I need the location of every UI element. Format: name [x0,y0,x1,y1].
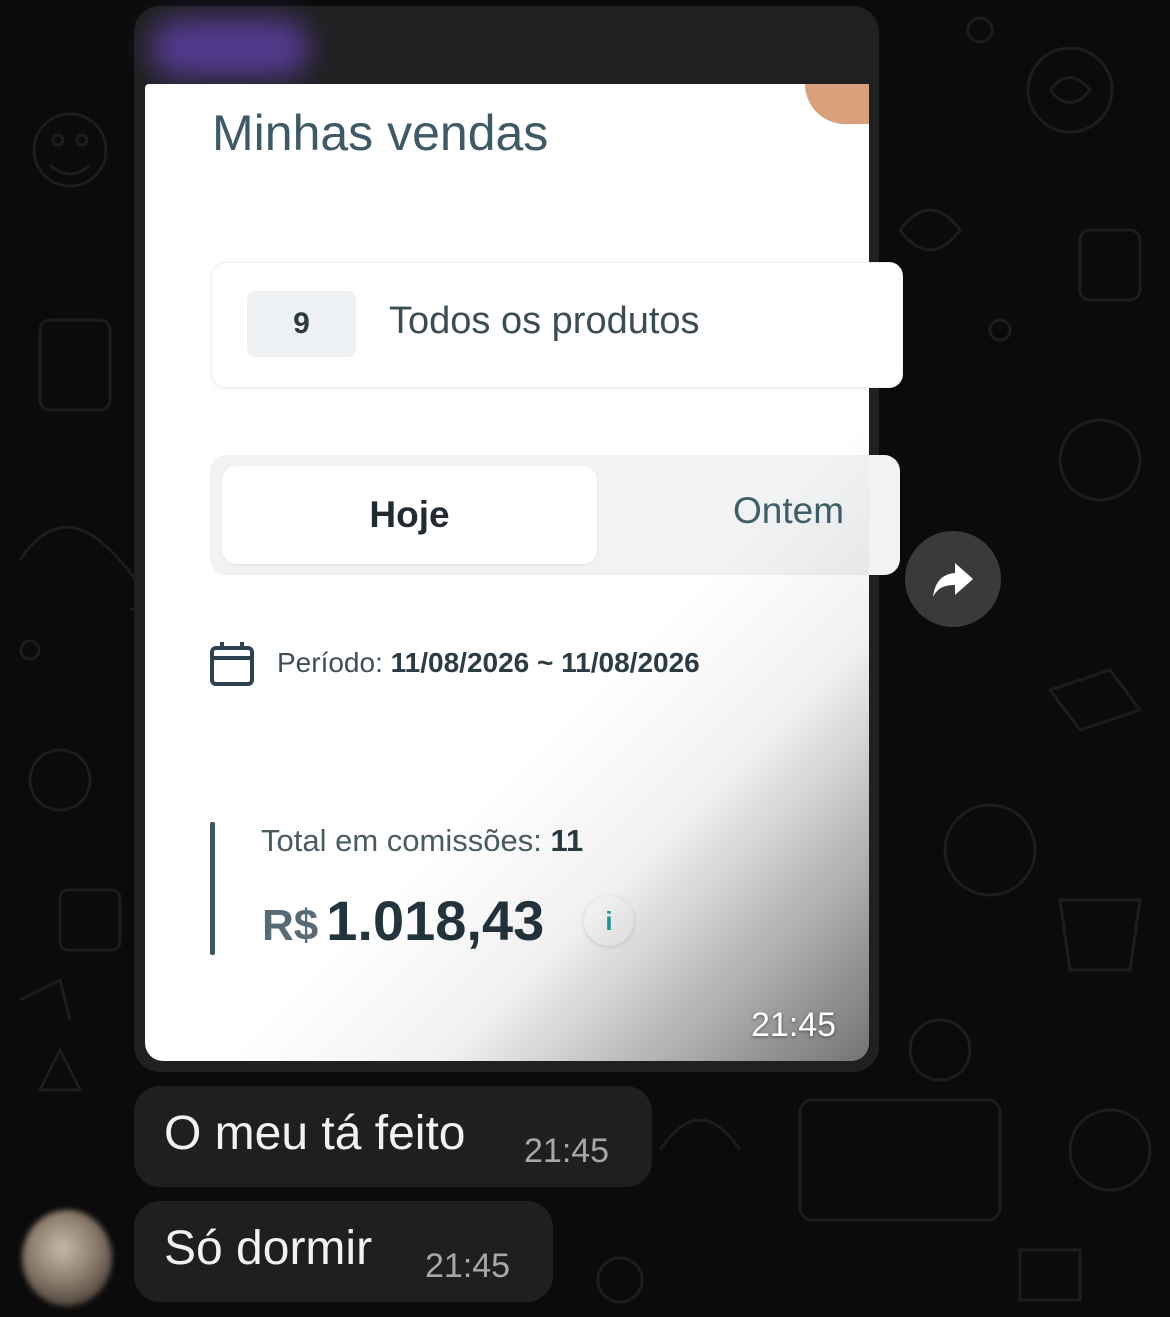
message-bubble[interactable]: O meu tá feito 21:45 [134,1086,652,1187]
commissions-count: 11 [550,823,584,858]
message-time: 21:45 [425,1247,511,1285]
image-message-time: 21:45 [751,1006,837,1044]
forward-button[interactable] [905,531,1001,627]
summary-accent-line [210,822,215,955]
sender-name-blurred [150,18,310,78]
message-text: O meu tá feito [164,1107,466,1160]
calendar-icon [210,642,254,686]
message-text: Só dormir [164,1222,373,1275]
product-count-badge: 9 [247,291,356,357]
tab-hoje: Hoje [222,466,597,564]
info-icon: i [584,896,634,946]
product-filter-label: Todos os produtos [389,300,700,342]
period-value: 11/08/2026 ~ 11/08/2026 [390,647,700,678]
period-label: Período: [277,647,383,678]
message-bubble[interactable]: Só dormir 21:45 [134,1201,553,1302]
period-range: Período: 11/08/2026 ~ 11/08/2026 [277,647,700,679]
page-title: Minhas vendas [212,105,549,161]
message-time: 21:45 [524,1132,610,1170]
amount-value: 1.018,43 [326,889,545,952]
commissions-total: Total em comissões: 11 [261,823,583,859]
commissions-amount: R$ 1.018,43 [262,888,544,953]
forward-icon [933,563,973,597]
currency-symbol: R$ [262,901,319,950]
avatar[interactable] [22,1210,112,1306]
tab-ontem: Ontem [733,490,845,531]
commissions-label: Total em comissões: [261,823,542,858]
